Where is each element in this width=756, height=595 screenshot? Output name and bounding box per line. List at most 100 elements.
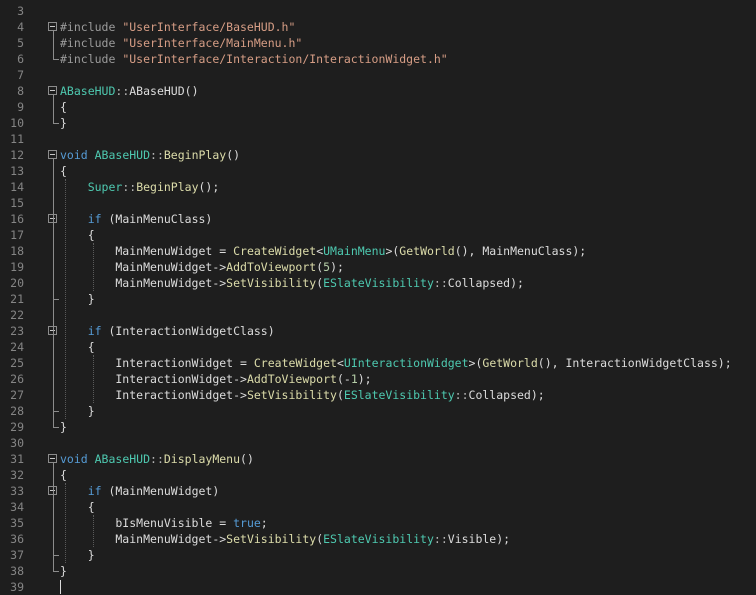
line-number: 3: [17, 4, 24, 18]
code-text: {: [60, 99, 67, 115]
code-line[interactable]: 30: [0, 435, 756, 451]
code-line[interactable]: 33 if (MainMenuWidget): [0, 483, 756, 499]
code-line[interactable]: 28 }: [0, 403, 756, 419]
code-token: (MainMenuWidget): [101, 484, 220, 498]
code-line[interactable]: 13 {: [0, 163, 756, 179]
code-token: >(: [468, 356, 483, 370]
code-token: }: [60, 564, 67, 578]
code-line[interactable]: 3: [0, 3, 756, 19]
code-line[interactable]: 36 MainMenuWidget->SetVisibility(ESlateV…: [0, 531, 756, 547]
line-number: 29: [10, 420, 24, 434]
code-token: );: [530, 388, 545, 402]
code-editor[interactable]: 3 4 #include "UserInterface/BaseHUD.h" 5 #in…: [0, 0, 756, 594]
code-token: if: [87, 484, 102, 498]
code-line[interactable]: 21 }: [0, 291, 756, 307]
code-line[interactable]: 22: [0, 307, 756, 323]
text-caret: [60, 580, 61, 594]
code-token: AddToViewport: [226, 260, 317, 274]
code-line[interactable]: 29}: [0, 419, 756, 435]
code-token: MainMenuWidget->: [60, 532, 227, 546]
code-token: CreateWidget: [253, 356, 337, 370]
code-line[interactable]: 15: [0, 195, 756, 211]
code-line[interactable]: 23 if (InteractionWidgetClass): [0, 323, 756, 339]
code-text: void ABaseHUD::DisplayMenu(): [60, 451, 254, 467]
code-line[interactable]: 26 InteractionWidget->AddToViewport(-1);: [0, 371, 756, 387]
indent-guide: [93, 243, 94, 291]
line-number: 22: [10, 308, 24, 322]
fold-guide-end: [53, 123, 59, 124]
line-number: 10: [10, 116, 24, 130]
code-token: (MainMenuClass): [101, 212, 213, 226]
code-token: SetVisibility: [226, 276, 317, 290]
code-text: #include "UserInterface/BaseHUD.h": [60, 19, 295, 35]
code-token: (InteractionWidgetClass): [101, 324, 275, 338]
code-line[interactable]: 18 MainMenuWidget = CreateWidget<UMainMe…: [0, 243, 756, 259]
code-token: BeginPlay: [163, 148, 227, 162]
code-line[interactable]: 7: [0, 67, 756, 83]
line-number: 4: [17, 20, 24, 34]
indent-guide: [65, 179, 66, 419]
code-token: );: [496, 532, 511, 546]
code-line[interactable]: 9{: [0, 99, 756, 115]
fold-guide: [53, 30, 54, 59]
code-token: ESlateVisibility: [323, 532, 434, 546]
fold-guide-end: [53, 411, 59, 412]
line-number: 7: [17, 68, 24, 82]
code-line[interactable]: 17 {: [0, 227, 756, 243]
code-line[interactable]: 25 InteractionWidget = CreateWidget<UInt…: [0, 355, 756, 371]
code-line[interactable]: 20 MainMenuWidget->SetVisibility(ESlateV…: [0, 275, 756, 291]
indent-guide: [93, 515, 94, 547]
code-text: #include "UserInterface/MainMenu.h": [60, 35, 302, 51]
code-text: InteractionWidget->AddToViewport(-1);: [60, 371, 372, 387]
code-line[interactable]: 11: [0, 131, 756, 147]
code-line[interactable]: 19 MainMenuWidget->AddToViewport(5);: [0, 259, 756, 275]
code-token: ;: [260, 516, 268, 530]
code-token: MainMenuWidget->: [60, 276, 227, 290]
fold-guide-end: [53, 59, 59, 60]
code-line[interactable]: 27 InteractionWidget->SetVisibility(ESla…: [0, 387, 756, 403]
line-number: 27: [10, 388, 24, 402]
code-text: if (InteractionWidgetClass): [60, 323, 275, 339]
line-number: 26: [10, 372, 24, 386]
code-text: if (MainMenuWidget): [60, 483, 220, 499]
indent-guide: [93, 355, 94, 403]
code-line[interactable]: 6 #include "UserInterface/Interaction/Int…: [0, 51, 756, 67]
code-token: SetVisibility: [226, 532, 317, 546]
code-token: Visible: [447, 532, 497, 546]
code-text: MainMenuWidget = CreateWidget<UMainMenu>…: [60, 243, 586, 259]
code-line[interactable]: 10}: [0, 115, 756, 131]
code-line[interactable]: 35 bIsMenuVisible = true;: [0, 515, 756, 531]
code-text: }: [60, 563, 67, 579]
code-token: );: [357, 372, 372, 386]
code-text: }: [60, 115, 67, 131]
line-number: 12: [10, 148, 24, 162]
code-line[interactable]: 16 if (MainMenuClass): [0, 211, 756, 227]
code-line[interactable]: 12 void ABaseHUD::BeginPlay(): [0, 147, 756, 163]
line-number: 5: [17, 36, 24, 50]
code-line[interactable]: 24 {: [0, 339, 756, 355]
code-line[interactable]: 38}: [0, 563, 756, 579]
code-line[interactable]: 32 {: [0, 467, 756, 483]
line-number: 24: [10, 340, 24, 354]
code-line[interactable]: 14 Super::BeginPlay();: [0, 179, 756, 195]
code-line[interactable]: 31 void ABaseHUD::DisplayMenu(): [0, 451, 756, 467]
code-token: if: [87, 212, 102, 226]
line-number: 19: [10, 260, 24, 274]
code-token: Collapsed: [447, 276, 511, 290]
code-token: UInteractionWidget: [343, 356, 469, 370]
code-token: }: [60, 116, 67, 130]
code-line[interactable]: 39: [0, 579, 756, 595]
code-line[interactable]: 5 #include "UserInterface/MainMenu.h": [0, 35, 756, 51]
code-token: void: [60, 148, 95, 162]
code-line[interactable]: 34 {: [0, 499, 756, 515]
line-number: 11: [10, 132, 24, 146]
code-token: {: [60, 164, 67, 178]
fold-guide-end: [53, 299, 59, 300]
code-token: 1: [350, 372, 358, 386]
code-token: ::: [122, 180, 137, 194]
code-line[interactable]: 8 ABaseHUD::ABaseHUD(): [0, 83, 756, 99]
code-line[interactable]: 37 }: [0, 547, 756, 563]
code-line[interactable]: 4 #include "UserInterface/BaseHUD.h": [0, 19, 756, 35]
code-token: GetWorld: [399, 244, 455, 258]
code-text: InteractionWidget = CreateWidget<UIntera…: [60, 355, 731, 371]
